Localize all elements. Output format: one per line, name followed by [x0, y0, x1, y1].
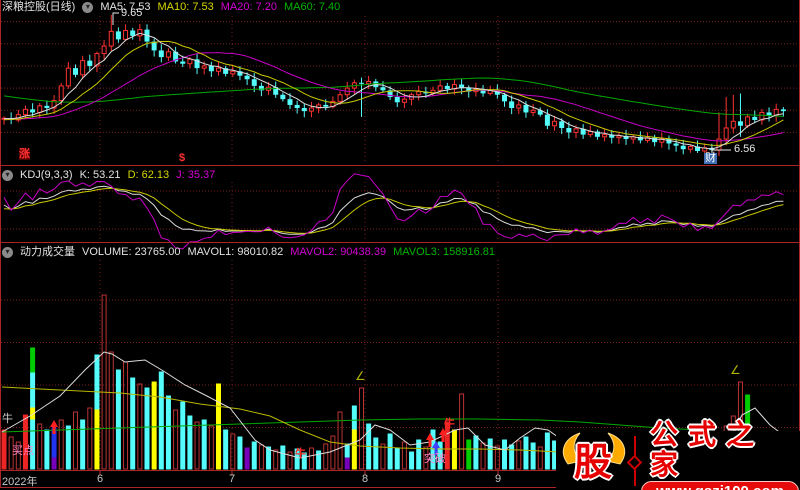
peak-price-label: 9.65: [121, 7, 143, 19]
site-name: 公式之家: [650, 418, 765, 480]
ma60-label: MA60: 7.40: [284, 1, 341, 13]
kdj-panel-header: ▾ KDJ(9,3,3) K: 53.21 D: 62.13 J: 35.37: [2, 169, 215, 181]
year-label: 2022年: [2, 476, 38, 488]
bull-marker-white: 牛: [2, 413, 13, 425]
angle-marker-1: ∠: [355, 369, 366, 383]
low-price-label: 6.56: [734, 143, 756, 155]
stock-title: 深粮控股(日线): [2, 1, 76, 13]
collapse-icon[interactable]: ▾: [2, 246, 13, 258]
bull-logo: 股: [556, 432, 630, 490]
bull-marker-red-1: 牛: [295, 448, 306, 460]
kdj-j-label: J: 35.37: [176, 169, 216, 181]
mavol1-label: MAVOL1: 98010.82: [187, 246, 284, 258]
ma20-label: MA20: 7.20: [220, 1, 277, 13]
angle-marker-2: ∠: [730, 363, 741, 377]
mavol2-label: MAVOL2: 90438.39: [290, 246, 387, 258]
ma10-label: MA10: 7.53: [157, 1, 214, 13]
buy-point-label: 买点: [12, 445, 34, 457]
month-label: 8: [362, 473, 369, 485]
kdj-title: KDJ(9,3,3): [20, 169, 73, 181]
main-panel-header: 深粮控股(日线) ▾ MA5: 7.53 MA10: 7.53 MA20: 7.…: [2, 1, 340, 13]
collapse-icon[interactable]: ▾: [2, 169, 13, 181]
logo-text-block: 公式之家 www.gszj100.com: [640, 418, 800, 490]
month-label: 9: [495, 473, 502, 485]
cai-marker-badge: 财: [704, 152, 717, 164]
logo-divider: [626, 435, 643, 486]
kdj-d-label: D: 62.13: [127, 169, 170, 181]
price-volume-chart[interactable]: [0, 0, 800, 490]
collapse-icon[interactable]: ▾: [82, 1, 94, 13]
bull-stock-char: 股: [573, 441, 613, 484]
rise-marker: 涨: [19, 148, 30, 160]
breakout-label: 突破: [424, 453, 446, 465]
watermark-logo: 股 公式之家 www.gszj100.com: [556, 419, 800, 490]
bull-marker-red-2: 牛: [444, 418, 455, 430]
kdj-k-label: K: 53.21: [79, 169, 121, 181]
volume-value-label: VOLUME: 23765.00: [82, 246, 181, 258]
month-label: 6: [97, 473, 104, 485]
month-label: 7: [229, 473, 236, 485]
volume-panel-header: ▾ 动力成交量 VOLUME: 23765.00 MAVOL1: 98010.8…: [2, 246, 495, 258]
dollar-marker: $: [179, 152, 186, 164]
mavol3-label: MAVOL3: 158916.81: [393, 246, 495, 258]
stock-app-window: 深粮控股(日线) ▾ MA5: 7.53 MA10: 7.53 MA20: 7.…: [0, 0, 800, 490]
volume-title: 动力成交量: [20, 246, 75, 258]
site-url: www.gszj100.com: [641, 480, 799, 490]
